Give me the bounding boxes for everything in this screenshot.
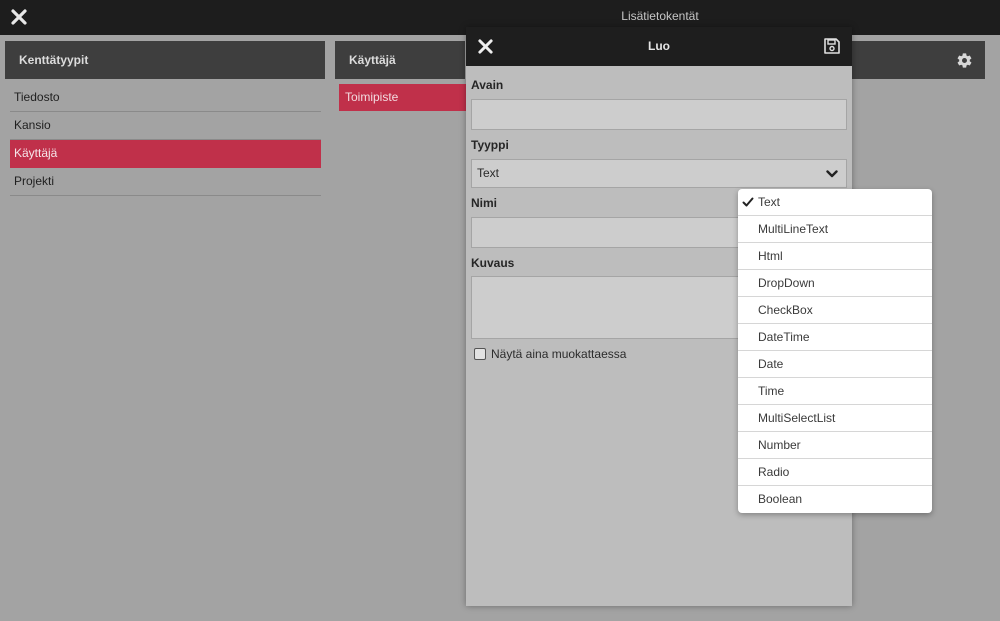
type-option-time[interactable]: Time	[738, 378, 932, 405]
type-option-multilinetext[interactable]: MultiLineText	[738, 216, 932, 243]
type-option-radio[interactable]: Radio	[738, 459, 932, 486]
always-show-checkbox[interactable]	[474, 348, 486, 360]
key-input[interactable]	[471, 99, 847, 130]
type-dropdown-menu: Text MultiLineText Html DropDown CheckBo…	[738, 189, 932, 513]
field-type-item[interactable]: Projekti	[10, 168, 321, 196]
always-show-checkbox-row[interactable]: Näytä aina muokattaessa	[474, 347, 626, 361]
field-type-item-selected[interactable]: Käyttäjä	[10, 140, 321, 168]
type-option-datetime[interactable]: DateTime	[738, 324, 932, 351]
field-item-selected[interactable]: Toimipiste	[339, 84, 467, 111]
type-option-number[interactable]: Number	[738, 432, 932, 459]
field-details-header	[852, 41, 985, 79]
field-types-header: Kenttätyypit	[5, 41, 325, 79]
always-show-label: Näytä aina muokattaessa	[491, 347, 627, 361]
type-option-html[interactable]: Html	[738, 243, 932, 270]
fields-header: Käyttäjä	[335, 41, 465, 79]
description-label: Kuvaus	[471, 256, 515, 270]
dialog-header: Luo	[466, 27, 852, 66]
key-label: Avain	[471, 78, 504, 92]
type-option-multiselectlist[interactable]: MultiSelectList	[738, 405, 932, 432]
type-select-value: Text	[477, 166, 500, 180]
type-option-label: Text	[758, 195, 781, 209]
type-select[interactable]: Text	[471, 159, 847, 188]
chevron-down-icon	[826, 170, 838, 178]
type-option-dropdown[interactable]: DropDown	[738, 270, 932, 297]
type-option-boolean[interactable]: Boolean	[738, 486, 932, 513]
type-option-checkbox[interactable]: CheckBox	[738, 297, 932, 324]
type-option-date[interactable]: Date	[738, 351, 932, 378]
field-type-item[interactable]: Kansio	[10, 112, 321, 140]
type-option-text[interactable]: Text	[738, 189, 932, 216]
save-icon[interactable]	[823, 37, 841, 55]
field-types-list: Tiedosto Kansio Käyttäjä Projekti	[10, 84, 321, 196]
dialog-title: Luo	[648, 39, 670, 53]
field-type-item[interactable]: Tiedosto	[10, 84, 321, 112]
checkmark-icon	[742, 197, 754, 207]
gear-icon[interactable]	[956, 52, 973, 69]
name-label: Nimi	[471, 196, 498, 210]
type-label: Tyyppi	[471, 138, 509, 152]
app-title: Lisätietokentät	[621, 9, 699, 23]
